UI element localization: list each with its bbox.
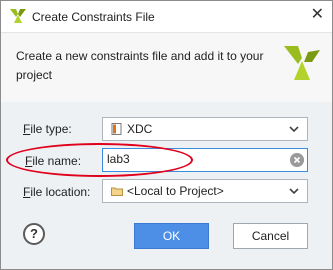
window-title: Create Constraints File [32,10,155,24]
close-icon[interactable]: ✕ [311,7,324,23]
vivado-logo-icon [284,46,320,80]
file-location-value: <Local to Project> [127,184,224,198]
folder-icon [111,187,123,196]
file-type-label: File type: [23,122,72,136]
help-button[interactable]: ? [23,223,45,245]
annotation-ellipse [6,143,193,177]
header-description: Create a new constraints file and add it… [16,49,264,82]
cancel-button[interactable]: Cancel [233,223,308,249]
chevron-down-icon [289,126,299,133]
chevron-down-icon [289,188,299,195]
file-location-label: File location: [23,185,91,199]
ok-button[interactable]: OK [134,223,209,249]
create-constraints-file-dialog: Create Constraints File ✕ Create a new c… [0,0,333,270]
dialog-header: Create a new constraints file and add it… [1,32,332,103]
vivado-logo-icon [10,9,26,23]
title-bar[interactable]: Create Constraints File ✕ [1,1,332,32]
file-type-value: XDC [127,122,153,136]
xdc-file-icon [111,123,122,135]
file-location-select[interactable]: <Local to Project> [102,179,308,203]
clear-icon[interactable] [290,153,304,167]
file-type-select[interactable]: XDC [102,117,308,141]
